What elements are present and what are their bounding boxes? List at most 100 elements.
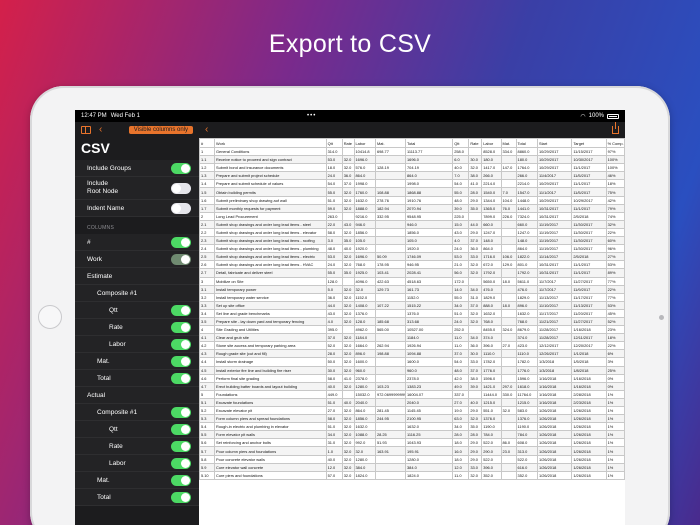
table-cell: 2/23/2018 xyxy=(571,397,607,408)
table-cell: 1152.0 xyxy=(405,292,454,302)
table-cell: 352.0 xyxy=(481,470,502,480)
table-cell: 55.0 xyxy=(452,187,470,197)
table-cell: 11.0 xyxy=(452,341,470,351)
option-row[interactable]: Include Groups xyxy=(75,160,199,177)
table-cell xyxy=(374,357,407,367)
option-row[interactable]: Rate xyxy=(75,319,199,336)
table-cell: 1152.0 xyxy=(353,292,376,302)
table-cell: 1408.0 xyxy=(353,300,376,310)
option-row[interactable]: Total xyxy=(75,489,199,506)
table-cell: 32.0 xyxy=(341,300,355,310)
toggle-switch[interactable] xyxy=(171,491,191,503)
table-row: 5.5 Form elevator pit walls 34.0 32.0 1088.0… xyxy=(199,430,625,440)
option-row[interactable]: Qtt xyxy=(75,302,199,319)
toggle-switch[interactable] xyxy=(171,338,191,350)
table-cell xyxy=(374,171,407,181)
table-cell: 1116.25 xyxy=(405,430,454,440)
table-cell: 1856.0 xyxy=(353,227,376,238)
option-row[interactable]: Include Root Node xyxy=(75,177,199,200)
table-cell: 1.1 xyxy=(199,155,216,165)
toggle-switch[interactable] xyxy=(171,457,191,469)
table-cell: 32.0 xyxy=(341,438,355,448)
option-row[interactable]: Rate xyxy=(75,438,199,455)
table-cell: 29.0 xyxy=(468,227,483,238)
option-row[interactable]: # xyxy=(75,234,199,251)
sidebar-toggle-icon[interactable] xyxy=(81,126,91,134)
table-cell: Form elevator pit walls xyxy=(214,430,327,440)
table-row: 1.6 Submit preliminary shop drawing aof w… xyxy=(199,195,625,205)
option-row[interactable]: Total xyxy=(75,370,199,387)
table-row: 5.7 Pour column piers and foundations 1.0 3… xyxy=(199,446,625,456)
table-cell: 58.0 xyxy=(325,373,343,383)
option-label: Mat. xyxy=(97,476,110,484)
table-cell: 2.4 xyxy=(199,244,216,254)
table-cell: 1.0 xyxy=(325,446,343,456)
table-cell: 37.0 xyxy=(468,300,483,310)
table-cell: 960.0 xyxy=(353,365,376,375)
toggle-switch[interactable] xyxy=(171,236,191,248)
toggle-switch[interactable] xyxy=(171,253,191,265)
option-row[interactable]: Mat. xyxy=(75,353,199,370)
table-cell: 11113.77 xyxy=(405,146,454,157)
table-cell: 576.0 xyxy=(353,163,376,173)
table-cell: 32.0 xyxy=(341,381,355,391)
home-button[interactable] xyxy=(38,305,62,329)
table-cell: 1.6 xyxy=(199,195,216,205)
table-cell: 32.0 xyxy=(341,341,355,351)
toggle-switch[interactable] xyxy=(171,406,191,418)
share-icon[interactable] xyxy=(612,122,619,134)
table-cell: 11/1/2017 xyxy=(571,163,607,173)
toggle-switch[interactable] xyxy=(171,202,191,214)
table-cell: 1925.0 xyxy=(353,268,376,278)
table-cell: 11/27/2017 xyxy=(571,316,607,327)
table-cell: 12/12/2017 xyxy=(536,341,573,351)
table-cell: 5.3 xyxy=(199,414,216,424)
table-cell: 28.0 xyxy=(325,349,343,359)
option-row[interactable]: Mat. xyxy=(75,472,199,489)
table-cell: Detail, fabricate and deliver steel xyxy=(214,268,327,278)
sidebar-title: CSV xyxy=(81,140,110,156)
toggle-switch[interactable] xyxy=(171,372,191,384)
table-cell: 10/29/2017 xyxy=(536,163,573,173)
table-row: 2.5 Submit shop drawings and order long l… xyxy=(199,252,625,262)
visible-columns-button[interactable]: Visible columns only xyxy=(128,126,193,134)
table-row: 5.8 Pour concrete elevator walls 40.0 32.0 1… xyxy=(199,454,625,464)
table-cell: 313.0 xyxy=(515,446,538,456)
back-chevron-icon[interactable]: ‹ xyxy=(99,125,102,135)
multitask-indicator[interactable]: ••• xyxy=(307,113,316,119)
toggle-switch[interactable] xyxy=(171,162,191,174)
table-cell: 1716.0 xyxy=(481,252,502,262)
toggle-switch[interactable] xyxy=(171,474,191,486)
table-cell: 18.0 xyxy=(325,163,343,173)
table-cell: 32.0 xyxy=(353,284,376,294)
table-cell: 2040.0 xyxy=(405,397,454,408)
table-cell: 51.0 xyxy=(325,397,343,408)
table-cell: 583.0 xyxy=(515,405,538,416)
table-cell xyxy=(374,397,407,408)
table-cell: 60% xyxy=(605,236,625,246)
option-row[interactable]: Work xyxy=(75,251,199,268)
table-cell: 1696.0 xyxy=(405,155,454,165)
toggle-switch[interactable] xyxy=(171,182,191,194)
option-row[interactable]: Labor xyxy=(75,455,199,472)
toggle-switch[interactable] xyxy=(171,304,191,316)
table-cell: Install storm drainage xyxy=(214,357,327,367)
option-row[interactable]: Composite #1 xyxy=(75,404,199,421)
option-row[interactable]: Composite #1 xyxy=(75,285,199,302)
table-cell: 395.0 xyxy=(325,325,343,335)
table-cell: 18.0 xyxy=(452,454,470,464)
toggle-switch[interactable] xyxy=(171,440,191,452)
option-row[interactable]: Actual xyxy=(75,387,199,404)
table-cell: 30.0 xyxy=(468,155,483,165)
toggle-switch[interactable] xyxy=(171,423,191,435)
table-cell: 32.0 xyxy=(468,414,483,424)
option-row[interactable]: Estimate xyxy=(75,268,199,285)
option-row[interactable]: Labor xyxy=(75,336,199,353)
table-cell: Submit monthly requests for payment xyxy=(214,203,327,213)
toggle-switch[interactable] xyxy=(171,321,191,333)
toggle-switch[interactable] xyxy=(171,355,191,367)
table-cell: 313.68 xyxy=(405,316,454,327)
back-chevron-icon[interactable]: ‹ xyxy=(205,125,208,135)
option-row[interactable]: Indent Name xyxy=(75,200,199,217)
option-row[interactable]: Qtt xyxy=(75,421,199,438)
